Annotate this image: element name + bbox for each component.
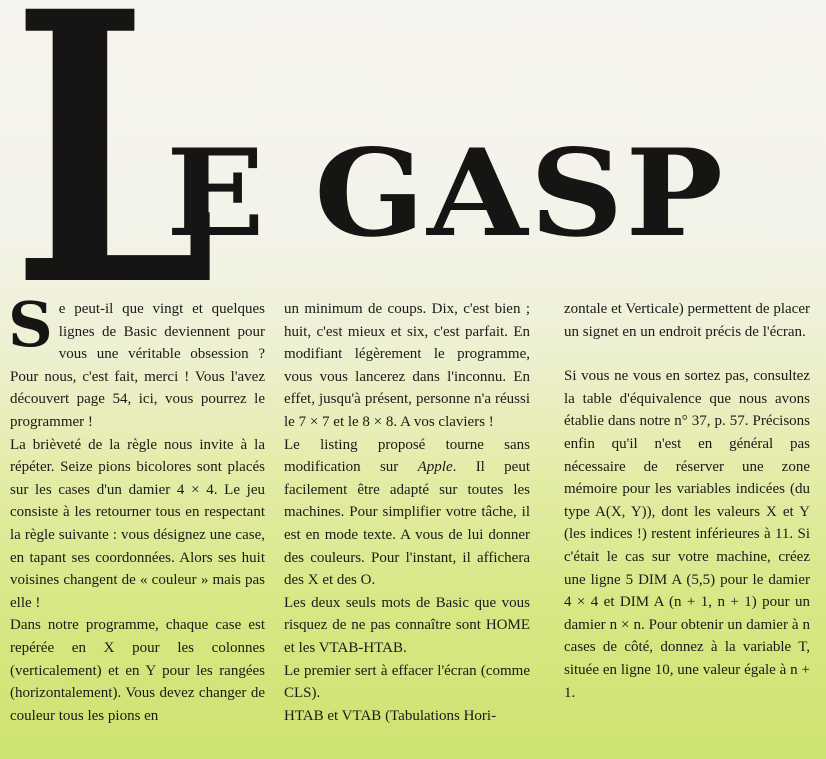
paragraph-htab: HTAB et VTAB (Tabulations Hori- xyxy=(284,707,497,724)
column-3: zontale et Verticale) permettent de plac… xyxy=(564,298,810,704)
paragraph-tips: Si vous ne vous en sortez pas, consultez… xyxy=(564,368,810,701)
paragraph-tabs: zontale et Verticale) permettent de plac… xyxy=(564,301,810,340)
title-rest: E GASP xyxy=(166,123,726,264)
paragraph-listing: Le listing proposé tourne sans modificat… xyxy=(284,436,530,589)
paragraph-challenge: un minimum de coups. Dix, c'est bien ; h… xyxy=(284,301,530,430)
column-1: Se peut-il que vingt et quelques lignes … xyxy=(8,288,265,727)
paragraph-home: Le premier sert à effacer l'écran (comme… xyxy=(284,662,530,702)
column-2: un minimum de coups. Dix, c'est bien ; h… xyxy=(284,298,530,727)
drop-cap: S xyxy=(8,288,53,361)
article-title: L E GASP xyxy=(0,0,826,336)
paragraph-program: Dans notre programme, chaque case est re… xyxy=(10,617,265,724)
paragraph-basic-words: Les deux seuls mots de Basic que vous ri… xyxy=(284,594,530,656)
paragraph-rules: La brièveté de la règle nous invite à la… xyxy=(10,436,265,611)
paragraph-intro: Se peut-il que vingt et quelques lignes … xyxy=(8,288,265,430)
